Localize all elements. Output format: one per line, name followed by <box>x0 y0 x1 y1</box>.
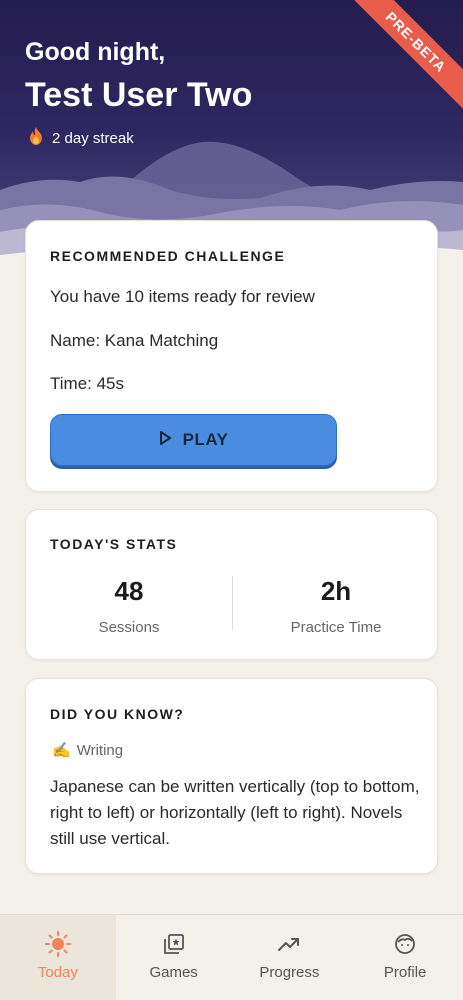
fact-category-label: Writing <box>76 741 124 759</box>
challenge-time-text: Time: 45s <box>50 374 125 393</box>
face-icon <box>392 932 418 956</box>
challenge-name-text: Name: Kana Matching <box>50 331 219 350</box>
nav-item-games[interactable]: Games <box>116 915 232 1000</box>
nav-item-progress[interactable]: Progress <box>232 915 348 1000</box>
trend-icon <box>276 932 302 956</box>
play-label: PLAY <box>182 430 229 449</box>
streak-indicator: 2 day streak <box>28 126 134 150</box>
recommended-challenge-card: RECOMMENDED CHALLENGE You have 10 items … <box>25 220 438 492</box>
card-title: TODAY'S STATS <box>50 536 178 552</box>
stat-label: Sessions <box>98 619 160 636</box>
stat-value: 2h <box>320 576 352 606</box>
did-you-know-card: DID YOU KNOW? ✍️ Writing Japanese can be… <box>25 678 438 874</box>
stat-practice-time: 2h Practice Time <box>233 576 439 636</box>
play-button[interactable]: PLAY <box>50 414 337 466</box>
fact-category: ✍️ Writing <box>52 741 124 760</box>
card-title: RECOMMENDED CHALLENGE <box>50 248 286 264</box>
todays-stats-card: TODAY'S STATS 48 Sessions 2h Practice Ti… <box>25 509 438 660</box>
stat-sessions: 48 Sessions <box>26 576 232 636</box>
flame-icon <box>28 126 44 150</box>
writing-hand-icon: ✍️ <box>52 742 71 759</box>
card-title: DID YOU KNOW? <box>50 706 185 722</box>
stat-label: Practice Time <box>290 619 382 636</box>
nav-item-profile[interactable]: Profile <box>347 915 463 1000</box>
pre-beta-ribbon: PRE-BETA <box>343 0 463 120</box>
streak-text: 2 day streak <box>52 129 134 147</box>
user-name: Test User Two <box>25 76 253 114</box>
review-count-text: You have 10 items ready for review <box>50 287 315 306</box>
games-icon <box>161 932 187 956</box>
ribbon-label: PRE-BETA <box>345 0 463 113</box>
play-icon <box>159 430 171 450</box>
nav-item-today[interactable]: Today <box>0 915 116 1000</box>
nav-label: Profile <box>383 964 427 981</box>
sun-icon <box>44 931 71 957</box>
nav-label: Progress <box>259 964 320 981</box>
fact-body: Japanese can be written vertically (top … <box>50 777 420 848</box>
nav-label: Games <box>149 964 198 981</box>
bottom-nav: Today Games Progress Profile <box>0 914 463 1000</box>
nav-label: Today <box>37 964 78 981</box>
stat-value: 48 <box>114 576 144 606</box>
greeting-text: Good night, <box>25 38 166 66</box>
